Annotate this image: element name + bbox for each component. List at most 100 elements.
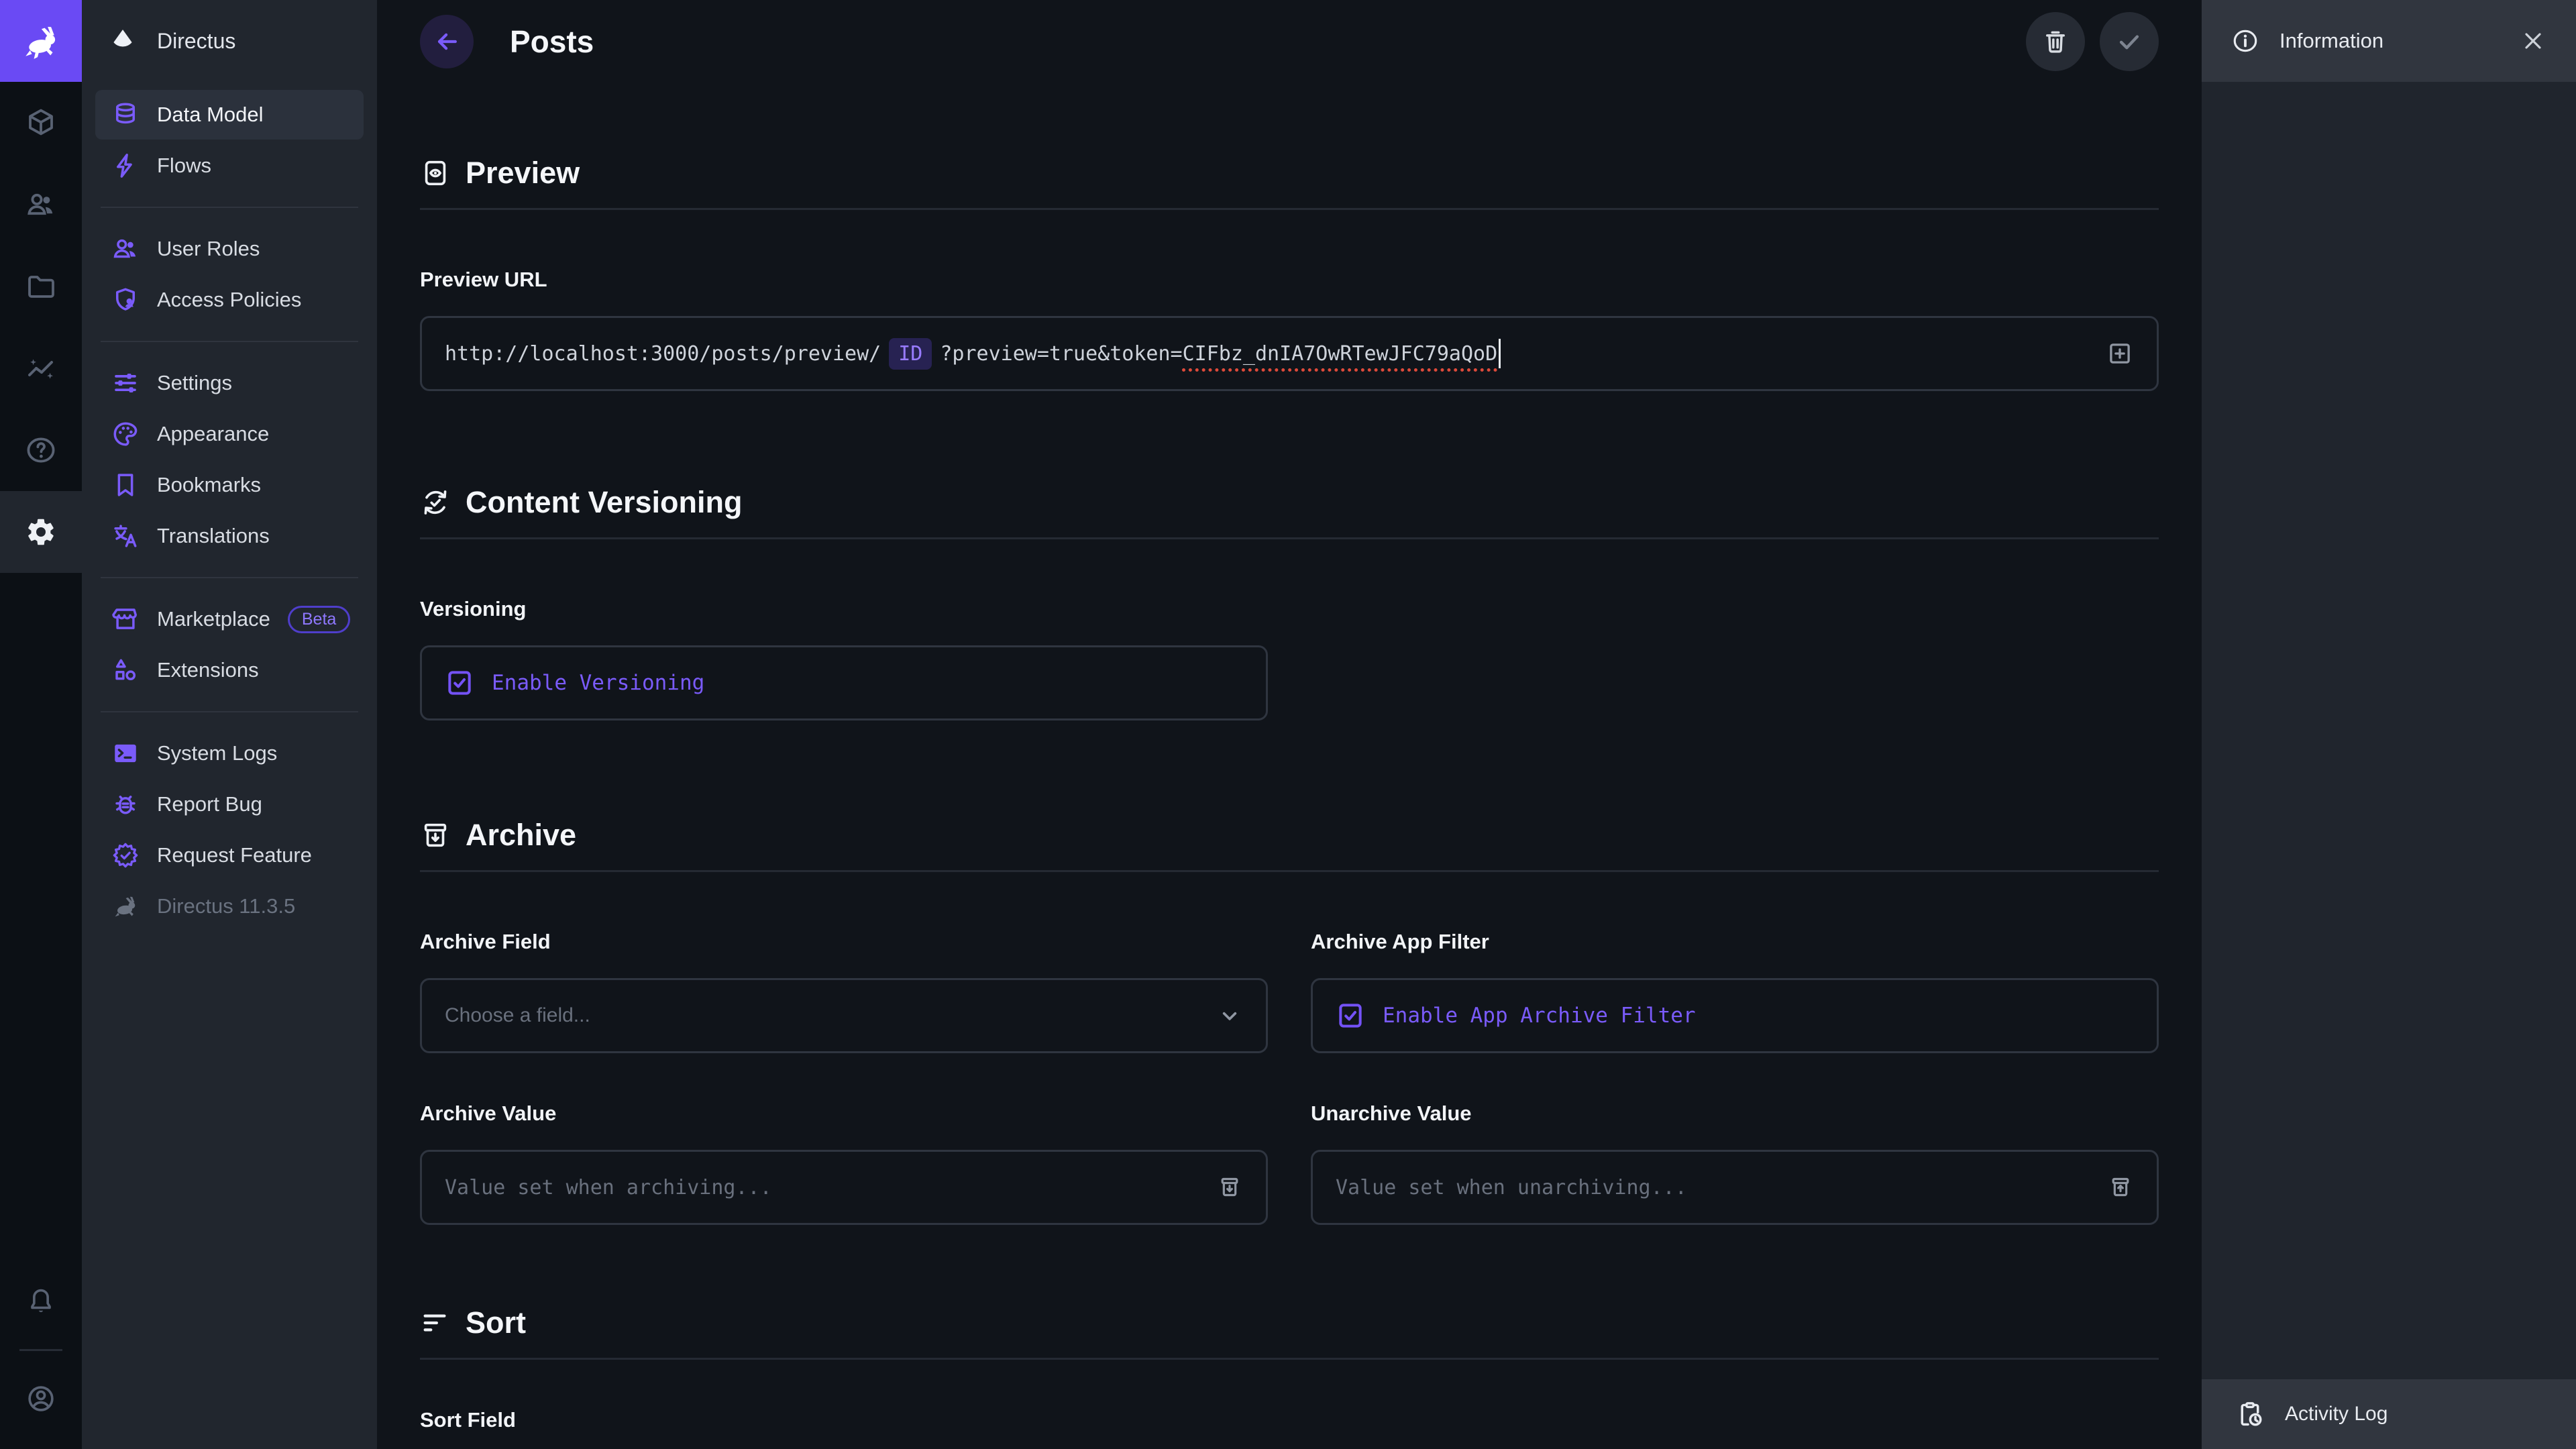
info-sidebar-body — [2202, 82, 2576, 1379]
sidebar-item-marketplace[interactable]: Marketplace Beta — [95, 594, 364, 644]
select-placeholder: Choose a field... — [445, 1004, 590, 1027]
archive-up-icon[interactable] — [2107, 1174, 2134, 1201]
sidebar-item-flows[interactable]: Flows — [95, 141, 364, 191]
info-sidebar-title: Information — [2279, 29, 2383, 53]
terminal-icon — [111, 739, 140, 767]
add-box-icon[interactable] — [2106, 339, 2134, 368]
preview-url-query: ?preview=true&token= — [940, 342, 1182, 366]
enable-app-archive-filter-checkbox[interactable]: Enable App Archive Filter — [1336, 1001, 1696, 1030]
sidebar-item-label: Translations — [157, 524, 270, 548]
sidebar-item-report-bug[interactable]: Report Bug — [95, 780, 364, 829]
archive-field-select[interactable]: Choose a field... — [420, 978, 1268, 1053]
sidebar-item-appearance[interactable]: Appearance — [95, 409, 364, 459]
directus-logo-button[interactable] — [0, 0, 82, 82]
bell-icon — [25, 1286, 56, 1317]
info-sidebar-header: Information — [2202, 0, 2576, 82]
info-sidebar: Information Activity Log — [2202, 0, 2576, 1449]
id-variable-chip[interactable]: ID — [889, 338, 932, 370]
bookmark-icon — [111, 471, 140, 499]
input-placeholder: Value set when archiving... — [445, 1176, 772, 1199]
module-users[interactable] — [0, 164, 82, 246]
project-switcher[interactable]: Directus — [82, 0, 377, 82]
directus-rabbit-logo — [20, 20, 62, 62]
preview-url-prefix: http://localhost:3000/posts/preview/ — [445, 342, 881, 366]
main-area: Posts — [377, 0, 2202, 1449]
sidebar-item-translations[interactable]: Translations — [95, 511, 364, 561]
sidebar-item-user-roles[interactable]: User Roles — [95, 224, 364, 274]
preview-url-token: CIFbz_dnIA7OwRTewJFC79aQoD — [1183, 342, 1498, 366]
sidebar-item-label: System Logs — [157, 741, 277, 765]
chevron-down-icon — [1216, 1002, 1243, 1029]
trash-icon — [2041, 28, 2070, 56]
field-label-archive-value: Archive Value — [420, 1100, 1268, 1127]
module-bar — [0, 0, 82, 1449]
beta-badge: Beta — [288, 606, 350, 633]
close-icon[interactable] — [2520, 28, 2546, 54]
sidebar-item-request-feature[interactable]: Request Feature — [95, 830, 364, 880]
activity-log-label: Activity Log — [2285, 1403, 2387, 1426]
module-help[interactable] — [0, 409, 82, 491]
nav-divider — [101, 711, 358, 712]
shapes-icon — [111, 656, 140, 684]
preview-eye-icon — [420, 158, 451, 189]
module-files[interactable] — [0, 246, 82, 327]
shield-person-icon — [111, 286, 140, 314]
archive-app-filter-field[interactable]: Enable App Archive Filter — [1311, 978, 2159, 1053]
archive-down-icon[interactable] — [1216, 1174, 1243, 1201]
input-placeholder: Value set when unarchiving... — [1336, 1176, 1687, 1199]
save-button[interactable] — [2100, 12, 2159, 71]
versioning-icon — [420, 487, 451, 518]
gear-icon — [25, 516, 57, 548]
archive-value-input[interactable]: Value set when archiving... — [420, 1150, 1268, 1225]
section-preview: Preview Preview URL http://localhost:300… — [420, 156, 2159, 391]
sidebar-item-data-model[interactable]: Data Model — [95, 90, 364, 140]
enable-versioning-checkbox[interactable]: Enable Versioning — [445, 668, 704, 698]
checkbox-checked-icon — [445, 668, 474, 698]
module-notifications[interactable] — [0, 1260, 82, 1342]
unarchive-value-input[interactable]: Value set when unarchiving... — [1311, 1150, 2159, 1225]
checkbox-label: Enable Versioning — [492, 671, 704, 695]
section-sort: Sort Sort Field — [420, 1305, 2159, 1434]
module-insights[interactable] — [0, 327, 82, 409]
database-icon — [111, 101, 140, 129]
sidebar-item-access-policies[interactable]: Access Policies — [95, 275, 364, 325]
help-icon — [25, 434, 57, 466]
sidebar-item-settings[interactable]: Settings — [95, 358, 364, 408]
section-title-text: Sort — [466, 1305, 526, 1340]
translate-icon — [111, 522, 140, 550]
checkbox-label: Enable App Archive Filter — [1383, 1004, 1696, 1028]
sidebar-item-label: Access Policies — [157, 288, 301, 312]
fan-icon — [107, 25, 138, 56]
project-name: Directus — [157, 29, 235, 54]
preview-url-input[interactable]: http://localhost:3000/posts/preview/ ID … — [420, 316, 2159, 391]
storefront-icon — [111, 605, 140, 633]
cube-icon — [25, 107, 57, 139]
sidebar-item-bookmarks[interactable]: Bookmarks — [95, 460, 364, 510]
module-account[interactable] — [0, 1358, 82, 1440]
delete-button[interactable] — [2026, 12, 2085, 71]
sidebar-item-system-logs[interactable]: System Logs — [95, 729, 364, 778]
field-label-archive-app-filter: Archive App Filter — [1311, 928, 2159, 955]
sidebar-item-extensions[interactable]: Extensions — [95, 645, 364, 695]
sidebar-item-label: Request Feature — [157, 843, 312, 867]
folder-icon — [25, 270, 57, 303]
activity-log-button[interactable]: Activity Log — [2202, 1379, 2576, 1449]
page-title: Posts — [510, 23, 594, 60]
sidebar-item-label: Appearance — [157, 422, 269, 446]
nav-divider — [101, 207, 358, 208]
text-cursor — [1499, 339, 1501, 368]
module-content[interactable] — [0, 82, 82, 164]
sidebar-item-label: User Roles — [157, 237, 260, 261]
back-button[interactable] — [420, 15, 474, 68]
nav-sidebar: Directus Data Model Flows — [82, 0, 377, 1449]
sidebar-item-label: Extensions — [157, 658, 259, 682]
field-label-unarchive-value: Unarchive Value — [1311, 1100, 2159, 1127]
archive-box-icon — [420, 820, 451, 851]
section-divider — [420, 1358, 2159, 1360]
enable-versioning-field[interactable]: Enable Versioning — [420, 645, 1268, 720]
module-settings[interactable] — [0, 491, 82, 573]
seal-check-icon — [111, 841, 140, 869]
people-icon — [25, 189, 57, 221]
sidebar-item-label: Report Bug — [157, 792, 262, 816]
sidebar-item-label: Data Model — [157, 103, 264, 127]
